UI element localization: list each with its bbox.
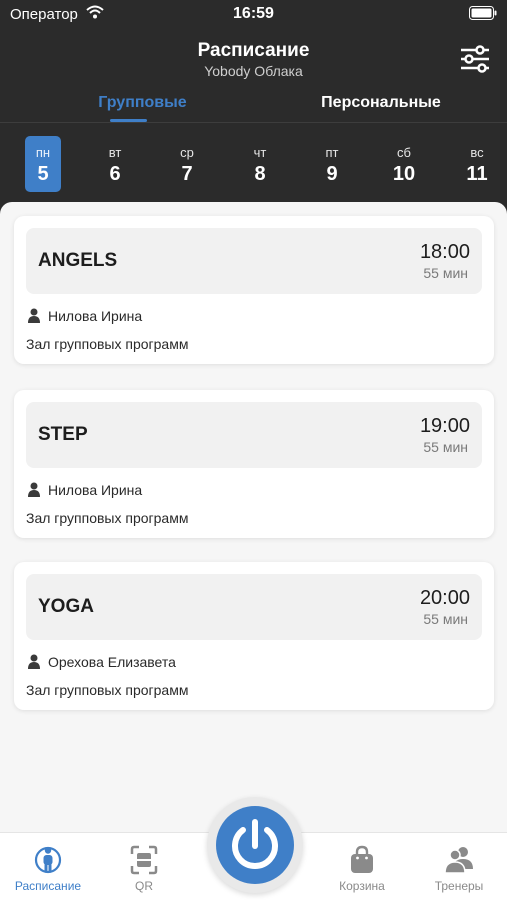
sliders-icon bbox=[461, 45, 489, 73]
day-date: 8 bbox=[254, 163, 266, 185]
power-button[interactable] bbox=[216, 806, 294, 884]
day-thursday[interactable]: чт 8 bbox=[242, 136, 278, 192]
tabbar-label: Корзина bbox=[339, 879, 385, 893]
status-time: 16:59 bbox=[233, 5, 274, 22]
day-date: 5 bbox=[37, 163, 49, 185]
club-name: Yobody Облака bbox=[204, 63, 303, 79]
class-card-header: STEP 19:00 55 мин bbox=[26, 402, 482, 468]
class-trainer: Орехова Елизавета bbox=[28, 654, 176, 672]
tabbar-label: Тренеры bbox=[434, 879, 484, 893]
trainers-icon bbox=[445, 847, 473, 874]
day-saturday[interactable]: сб 10 bbox=[386, 136, 422, 192]
class-name: ANGELS bbox=[38, 250, 118, 271]
class-card-header: ANGELS 18:00 55 мин bbox=[26, 228, 482, 294]
class-name: STEP bbox=[38, 424, 88, 445]
battery-icon bbox=[469, 6, 497, 24]
schedule-person-icon bbox=[34, 846, 62, 874]
page-title: Расписание bbox=[197, 40, 310, 61]
class-list: ANGELS 18:00 55 мин Нилова Ирина Зал гру… bbox=[0, 202, 507, 832]
day-name: вт bbox=[108, 145, 122, 160]
trainer-name: Орехова Елизавета bbox=[48, 654, 176, 670]
status-bar: Оператор 16:59 bbox=[0, 0, 507, 30]
shopping-bag-icon bbox=[351, 845, 373, 873]
week-day-selector: пн 5 вт 6 ср 7 чт 8 пт 9 сб 10 вс 11 bbox=[0, 134, 507, 194]
class-duration: 55 мин bbox=[423, 439, 468, 455]
day-date: 11 bbox=[466, 163, 488, 185]
class-card[interactable]: ANGELS 18:00 55 мин Нилова Ирина Зал гру… bbox=[14, 216, 494, 364]
day-wednesday[interactable]: ср 7 bbox=[169, 136, 205, 192]
day-date: 10 bbox=[392, 163, 416, 185]
tab-personal-classes[interactable]: Персональные bbox=[296, 94, 466, 112]
class-card-header: YOGA 20:00 55 мин bbox=[26, 574, 482, 640]
day-sunday[interactable]: вс 11 bbox=[459, 136, 495, 192]
day-date: 7 bbox=[181, 163, 193, 185]
person-icon bbox=[28, 308, 40, 326]
class-duration: 55 мин bbox=[423, 265, 468, 281]
tab-group-classes[interactable]: Групповые bbox=[60, 94, 225, 112]
class-time: 20:00 bbox=[419, 587, 470, 609]
tabbar-item-qr[interactable]: QR bbox=[96, 833, 192, 900]
day-date: 6 bbox=[109, 163, 121, 185]
class-time: 18:00 bbox=[419, 241, 470, 263]
tabs-divider bbox=[0, 122, 507, 123]
tabbar-item-cart[interactable]: Корзина bbox=[314, 833, 410, 900]
day-name: сб bbox=[397, 145, 411, 160]
tabbar-item-schedule[interactable]: Расписание bbox=[0, 833, 96, 900]
trainer-name: Нилова Ирина bbox=[48, 308, 143, 324]
schedule-tabs: Групповые Персональные bbox=[0, 92, 507, 122]
qr-scan-icon bbox=[130, 845, 158, 875]
day-name: пн bbox=[35, 145, 51, 160]
class-card[interactable]: YOGA 20:00 55 мин Орехова Елизавета Зал … bbox=[14, 562, 494, 710]
day-tuesday[interactable]: вт 6 bbox=[97, 136, 133, 192]
tabbar-label: QR bbox=[135, 879, 153, 893]
tabbar-item-trainers[interactable]: Тренеры bbox=[411, 833, 507, 900]
class-name: YOGA bbox=[38, 596, 94, 617]
trainer-name: Нилова Ирина bbox=[48, 482, 143, 498]
day-name: чт bbox=[253, 145, 267, 160]
day-name: пт bbox=[325, 145, 339, 160]
class-card[interactable]: STEP 19:00 55 мин Нилова Ирина Зал групп… bbox=[14, 390, 494, 538]
class-room: Зал групповых программ bbox=[26, 336, 189, 352]
person-icon bbox=[28, 654, 40, 672]
header-area: Оператор 16:59 Расписание Yobody Облака bbox=[0, 0, 507, 218]
day-friday[interactable]: пт 9 bbox=[314, 136, 350, 192]
day-date: 9 bbox=[326, 163, 338, 185]
filter-button[interactable] bbox=[459, 44, 491, 74]
tabbar-label: Расписание bbox=[14, 879, 82, 893]
class-room: Зал групповых программ bbox=[26, 510, 189, 526]
person-icon bbox=[28, 482, 40, 500]
class-trainer: Нилова Ирина bbox=[28, 308, 142, 326]
class-trainer: Нилова Ирина bbox=[28, 482, 142, 500]
power-icon bbox=[232, 819, 278, 869]
day-name: ср bbox=[180, 145, 194, 160]
class-room: Зал групповых программ bbox=[26, 682, 189, 698]
class-time: 19:00 bbox=[419, 415, 470, 437]
day-monday[interactable]: пн 5 bbox=[25, 136, 61, 192]
class-duration: 55 мин bbox=[423, 611, 468, 627]
day-name: вс bbox=[470, 145, 484, 160]
